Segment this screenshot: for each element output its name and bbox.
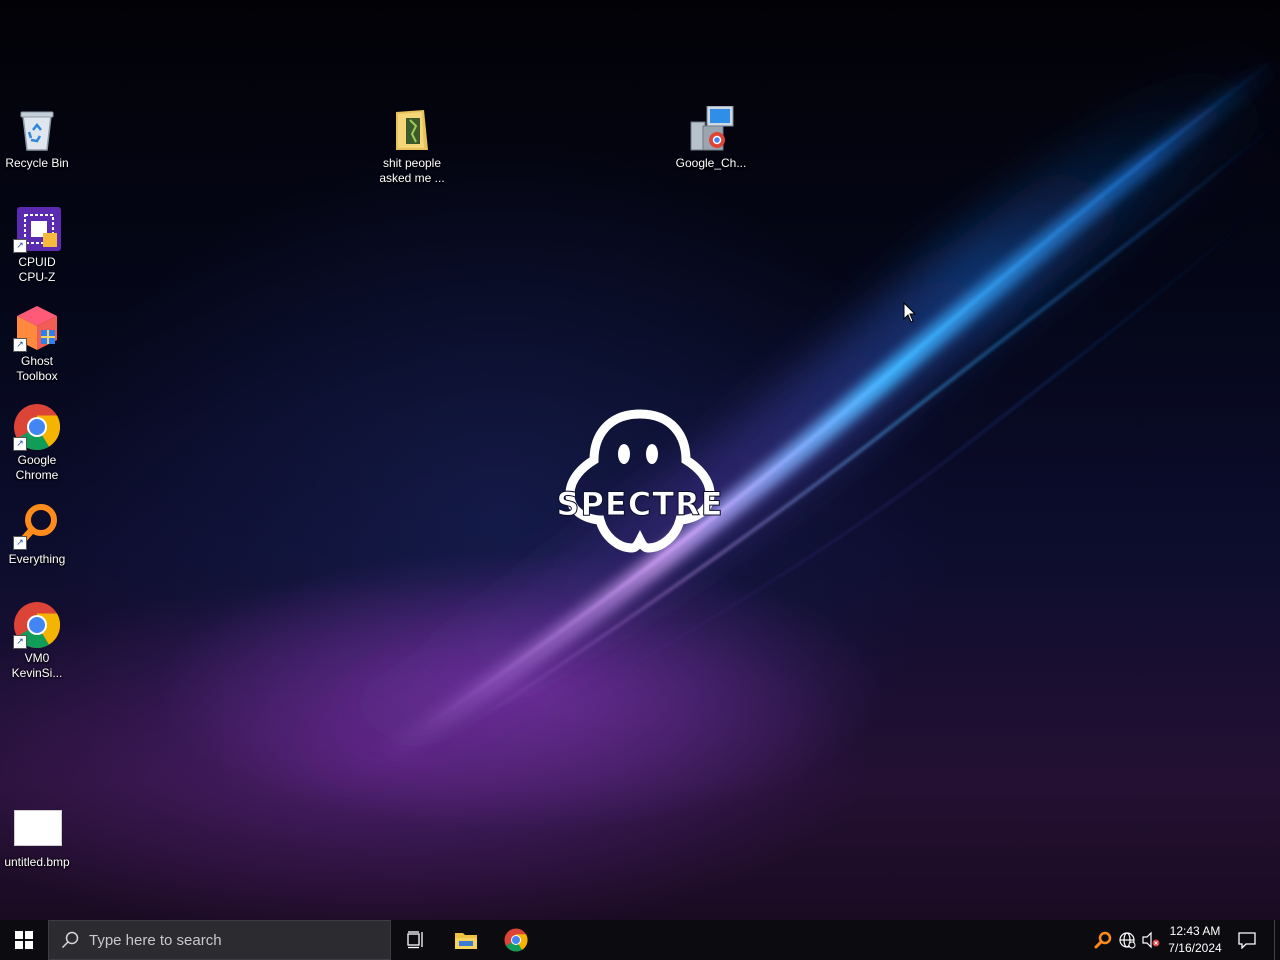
ghost-toolbox-icon: ↗	[13, 304, 61, 352]
chrome-icon: ↗	[13, 601, 61, 649]
desktop-icon-label: CPUID CPU-Z	[18, 255, 56, 284]
show-desktop-button[interactable]	[1274, 920, 1280, 960]
desktop-icon-recycle-bin[interactable]: Recycle Bin	[0, 106, 75, 171]
clock-date: 7/16/2024	[1168, 941, 1222, 955]
taskbar-file-explorer[interactable]	[442, 920, 490, 960]
spectre-logo-text: SPECTRE	[556, 485, 723, 523]
folder-icon	[388, 106, 436, 154]
recycle-bin-icon	[13, 106, 61, 154]
chrome-icon	[504, 928, 528, 952]
task-view-button[interactable]	[392, 920, 440, 960]
shortcut-arrow-icon: ↗	[13, 536, 27, 550]
windows-logo-icon	[15, 931, 33, 949]
mouse-pointer-icon	[903, 302, 917, 323]
search-placeholder: Type here to search	[89, 931, 222, 949]
desktop-icon-ghost-toolbox[interactable]: ↗ Ghost Toolbox	[0, 304, 75, 384]
bitmap-file-icon	[13, 808, 62, 846]
taskbar: Type here to search 12:43 AM 7/16/2024	[0, 920, 1280, 960]
desktop-icon-vm0-shortcut[interactable]: ↗ VM0 KevinSi...	[0, 601, 75, 681]
tray-everything-icon[interactable]	[1093, 930, 1113, 950]
network-globe-icon[interactable]	[1117, 930, 1137, 950]
everything-search-icon: ↗	[13, 502, 61, 550]
desktop-icon-label: untitled.bmp	[4, 855, 70, 869]
desktop-icon-label: Ghost Toolbox	[16, 354, 58, 383]
shortcut-arrow-icon: ↗	[13, 635, 27, 649]
shortcut-arrow-icon: ↗	[13, 239, 27, 253]
action-center-button[interactable]	[1232, 920, 1262, 960]
installer-icon	[687, 105, 735, 154]
clock-time: 12:43 AM	[1169, 924, 1221, 938]
cpuz-icon: ↗	[13, 205, 61, 253]
taskbar-google-chrome[interactable]	[492, 920, 540, 960]
taskbar-clock[interactable]: 12:43 AM 7/16/2024	[1163, 923, 1227, 957]
desktop-icon-label: shit people asked me ...	[379, 156, 445, 185]
desktop-icon-google-ch-installer[interactable]: Google_Ch...	[673, 105, 749, 171]
chrome-icon: ↗	[13, 403, 61, 451]
desktop-icon-folder[interactable]: shit people asked me ...	[374, 106, 450, 186]
desktop-icon-label: VM0 KevinSi...	[11, 651, 63, 680]
volume-muted-icon[interactable]	[1141, 930, 1161, 950]
shortcut-arrow-icon: ↗	[13, 338, 27, 352]
folder-icon	[455, 933, 477, 949]
desktop[interactable]: SPECTRE Recycle Bin ↗ CPUID CPU-Z ↗ Ghos…	[0, 0, 1280, 920]
desktop-icon-label: Recycle Bin	[5, 156, 69, 170]
desktop-icon-everything[interactable]: ↗ Everything	[0, 502, 75, 567]
desktop-icon-label: Google Chrome	[15, 453, 59, 482]
search-icon	[61, 931, 79, 949]
desktop-icon-google-chrome[interactable]: ↗ Google Chrome	[0, 403, 75, 483]
start-button[interactable]	[0, 920, 48, 960]
desktop-icon-label: Everything	[8, 552, 66, 566]
shortcut-arrow-icon: ↗	[13, 437, 27, 451]
spectre-logo: SPECTRE	[548, 408, 732, 554]
taskbar-search-box[interactable]: Type here to search	[48, 920, 391, 960]
desktop-icon-cpuz[interactable]: ↗ CPUID CPU-Z	[0, 205, 75, 285]
task-view-icon	[407, 931, 423, 949]
notification-icon	[1238, 932, 1256, 949]
desktop-icon-untitled-bmp[interactable]: untitled.bmp	[0, 808, 75, 870]
desktop-icon-label: Google_Ch...	[675, 156, 747, 170]
